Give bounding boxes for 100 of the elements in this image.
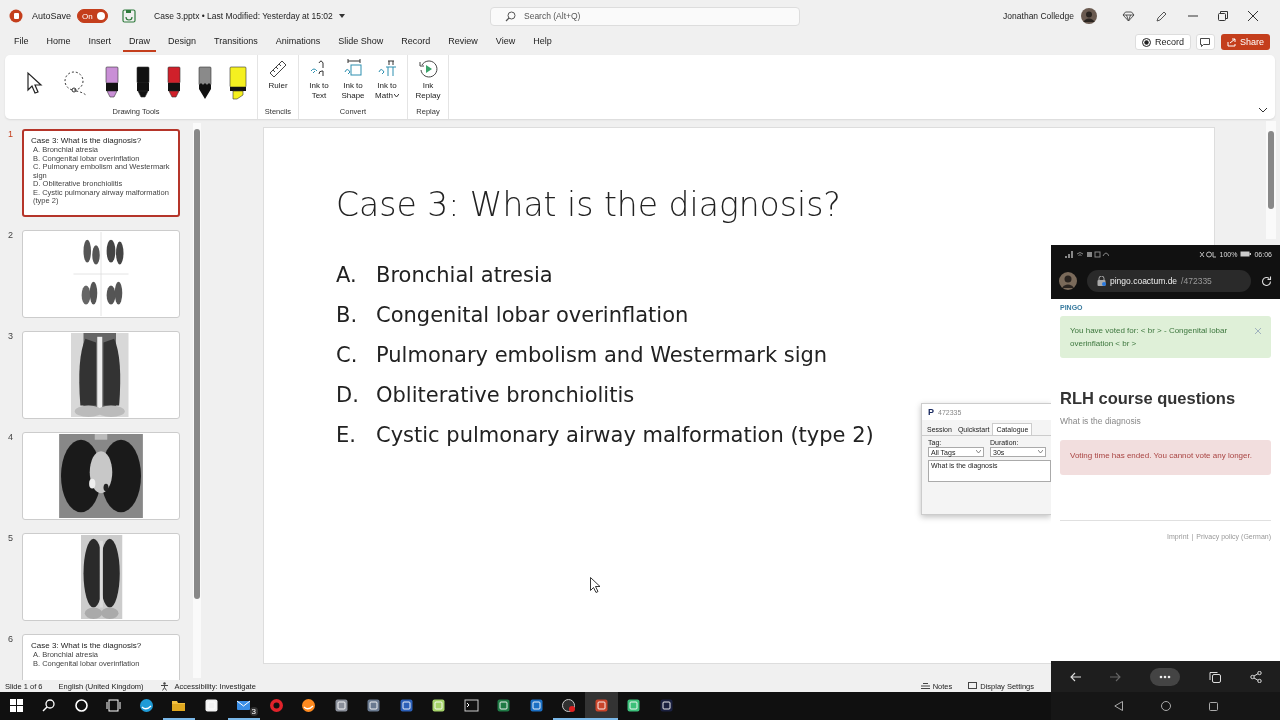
highlighter-icon[interactable] <box>229 66 247 100</box>
reload-icon[interactable] <box>1261 275 1272 287</box>
ribbon-tab[interactable]: File <box>8 32 35 52</box>
pen-icon[interactable] <box>167 66 181 100</box>
ribbon-button[interactable]: Ink to Text <box>305 59 333 101</box>
ribbon-tab[interactable]: Transitions <box>208 32 264 52</box>
search-field[interactable]: Search (Alt+Q) <box>490 6 800 26</box>
pen-icon[interactable] <box>1155 9 1168 23</box>
search-input[interactable]: Search (Alt+Q) <box>524 11 764 21</box>
slide-thumbnail[interactable] <box>22 129 180 217</box>
taskbar-button[interactable] <box>585 692 618 720</box>
caret-icon <box>976 450 981 454</box>
alert-message: You have voted for: < br > - Congenital lobar overinflation < br > <box>1070 325 1229 350</box>
windows-logo-icon <box>8 697 24 713</box>
share-icon <box>1226 37 1237 47</box>
address-bar[interactable]: pingo.coactum.de /472335 <box>1087 270 1251 292</box>
pen-icon[interactable] <box>136 66 150 100</box>
task-view-icon <box>106 697 122 713</box>
status-icons-drawing <box>1065 250 1109 258</box>
option-letter: B. <box>336 303 359 327</box>
option-text: Pulmonary embolism and Westermark sign <box>376 343 828 367</box>
taskbar-button[interactable]: 3 <box>227 692 260 720</box>
browser-icon <box>138 697 154 713</box>
comments-button[interactable] <box>1195 34 1215 50</box>
home-icon[interactable] <box>1160 701 1171 711</box>
mouse-cursor-icon <box>590 577 601 593</box>
ribbon-tab[interactable]: Slide Show <box>332 32 390 52</box>
thumbnail-title: Case 3: What is the diagnosis? <box>31 136 143 145</box>
restore-icon[interactable] <box>1218 11 1228 21</box>
pen-icon[interactable] <box>105 66 119 100</box>
ribbon-tab[interactable]: Draw <box>123 32 157 52</box>
option-letter: C. <box>336 343 359 367</box>
option-text: Congenital lobar overinflation <box>376 303 689 327</box>
ribbon-button[interactable]: Ink Replay <box>414 59 442 101</box>
ribbon-button[interactable]: Ink to Math <box>373 59 401 101</box>
accessibility-icon[interactable] <box>159 681 169 691</box>
document-title[interactable]: Case 3.pptx • Last Modified: Yesterday at 15:02 <box>154 11 333 21</box>
ring-icon <box>268 697 284 713</box>
autosave-label: AutoSave <box>32 11 72 21</box>
collapse-ribbon-icon[interactable] <box>1259 108 1267 113</box>
record-button[interactable]: Record <box>1134 34 1191 50</box>
more-button[interactable] <box>1149 667 1180 686</box>
option-letter: A. <box>336 263 358 287</box>
ribbon-tab[interactable]: Home <box>40 32 77 52</box>
caret-icon[interactable] <box>338 14 345 18</box>
page-heading: RLH course questions <box>1060 389 1237 408</box>
slide-number: 1 <box>7 129 14 139</box>
notification-badge: 3 <box>249 707 258 716</box>
ribbon-button[interactable]: Ink to Shape <box>339 59 367 101</box>
terminal-icon <box>463 697 479 713</box>
ribbon-tab[interactable]: View <box>489 32 522 52</box>
autosave-toggle[interactable]: On <box>77 9 109 23</box>
ribbon-tab[interactable]: Insert <box>82 32 118 52</box>
tabs-icon[interactable] <box>1208 670 1221 683</box>
diamond-icon[interactable] <box>1122 10 1135 22</box>
ribbon-tab[interactable]: Animations <box>269 32 327 52</box>
question-text: What is the diagnosis <box>1060 416 1142 426</box>
slide-number: 6 <box>7 634 14 644</box>
pencil-icon[interactable] <box>198 66 212 100</box>
app-logo-icon <box>9 9 23 23</box>
slide-number: 5 <box>7 533 14 543</box>
ruler-icon <box>268 59 288 79</box>
recents-icon[interactable] <box>1208 701 1218 711</box>
ribbon-tab[interactable]: Design <box>162 32 203 52</box>
slide-number: 3 <box>7 331 14 341</box>
ink-to-shape-icon <box>343 59 363 79</box>
back-icon[interactable] <box>1113 701 1123 711</box>
ribbon-tab[interactable]: Help <box>527 32 558 52</box>
battery-icon <box>1240 251 1252 257</box>
ribbon-tab[interactable]: Record <box>395 32 437 52</box>
forward-arrow-icon[interactable] <box>1109 671 1121 682</box>
close-icon[interactable] <box>1248 11 1258 21</box>
save-icon[interactable] <box>122 9 137 23</box>
search-icon <box>41 697 57 713</box>
search-icon <box>505 10 516 22</box>
pointer-icon[interactable] <box>25 71 45 95</box>
comment-icon <box>1200 37 1211 47</box>
back-arrow-icon[interactable] <box>1069 671 1081 682</box>
status-icons-drawing <box>1198 250 1217 258</box>
ribbon-tab[interactable]: Review <box>442 32 484 52</box>
scrollbar[interactable] <box>1266 121 1276 239</box>
replay-icon <box>418 59 438 79</box>
option-letter: D. <box>336 383 360 407</box>
app-logo: P <box>928 407 934 417</box>
app-icon <box>658 697 674 713</box>
slide-title: Case 3: What is the diagnosis? <box>336 185 842 224</box>
recorder-icon <box>561 697 577 713</box>
thumbnail-title: Case 3: What is the diagnosis? <box>31 641 143 650</box>
share-icon[interactable] <box>1249 670 1262 683</box>
scrollbar[interactable] <box>193 123 201 678</box>
avatar[interactable] <box>1081 8 1097 24</box>
share-button[interactable]: Share <box>1220 34 1270 50</box>
lasso-icon[interactable] <box>62 70 88 96</box>
record-icon <box>1141 37 1151 47</box>
app-icon <box>333 697 349 713</box>
slide-number: 4 <box>7 432 14 442</box>
user-name[interactable]: Jonathan Colledge <box>1003 11 1074 21</box>
slide-number: 2 <box>7 230 14 240</box>
circle-icon <box>73 697 89 713</box>
ribbon-button[interactable]: Ruler <box>264 59 292 91</box>
